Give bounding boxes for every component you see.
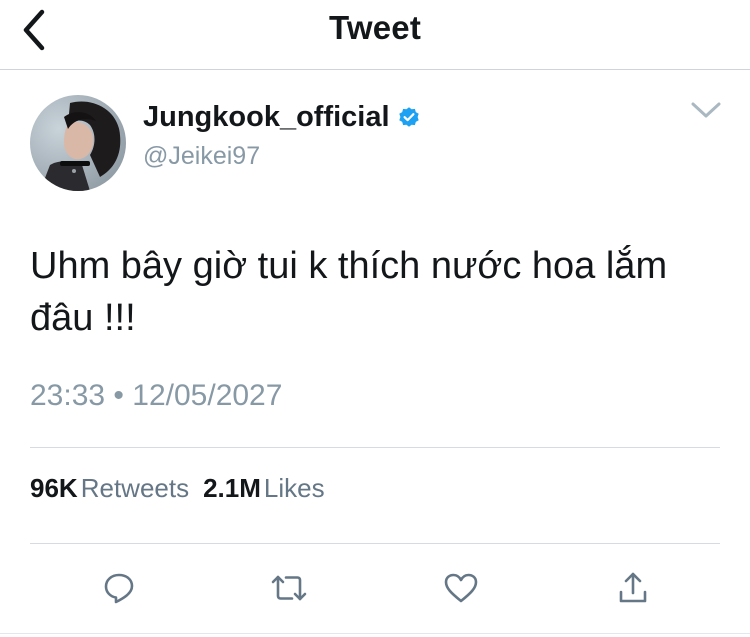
tweet-date: 12/05/2027 [132, 379, 283, 412]
likes-stat[interactable]: 2.1M Likes [203, 473, 339, 503]
timestamp-separator: • [113, 379, 124, 412]
bottom-divider [0, 633, 750, 634]
share-icon [619, 572, 647, 603]
retweet-icon [271, 575, 307, 601]
share-button[interactable] [611, 566, 655, 610]
tweet-stats: 96K Retweets 2.1M Likes [30, 472, 339, 504]
avatar-image [30, 95, 126, 191]
tweet-time: 23:33 [30, 379, 106, 412]
avatar[interactable] [30, 95, 126, 191]
verified-badge-icon [398, 107, 419, 127]
tweet-text-line: Uhm bây giờ tui k thích nước hoa lắm [30, 245, 668, 287]
heart-icon [444, 573, 478, 603]
reply-button[interactable] [97, 566, 141, 610]
tweet-timestamp: 23:33 • 12/05/2027 [30, 378, 282, 414]
author-handle[interactable]: @Jeikei97 [143, 141, 260, 171]
page-title: Tweet [328, 9, 422, 46]
top-navigation-bar: Tweet [0, 0, 750, 70]
retweets-label: Retweets [80, 473, 190, 503]
retweets-count: 96K [30, 473, 78, 503]
tweet-text: Uhm bây giờ tui k thích nước hoa lắm đâu… [30, 240, 730, 344]
reply-icon [104, 573, 134, 604]
divider [30, 447, 720, 448]
likes-label: Likes [263, 473, 325, 503]
author-display-name[interactable]: Jungkook_official [143, 100, 420, 134]
divider [30, 543, 720, 544]
tweet-menu-button[interactable] [688, 96, 724, 124]
tweet-text-line: đâu !!! [30, 297, 136, 339]
like-button[interactable] [439, 566, 483, 610]
chevron-down-icon [691, 102, 721, 118]
retweets-stat[interactable]: 96K Retweets [30, 473, 203, 503]
retweet-button[interactable] [267, 566, 311, 610]
display-name-text: Jungkook_official [143, 101, 390, 133]
likes-count: 2.1M [203, 473, 261, 503]
